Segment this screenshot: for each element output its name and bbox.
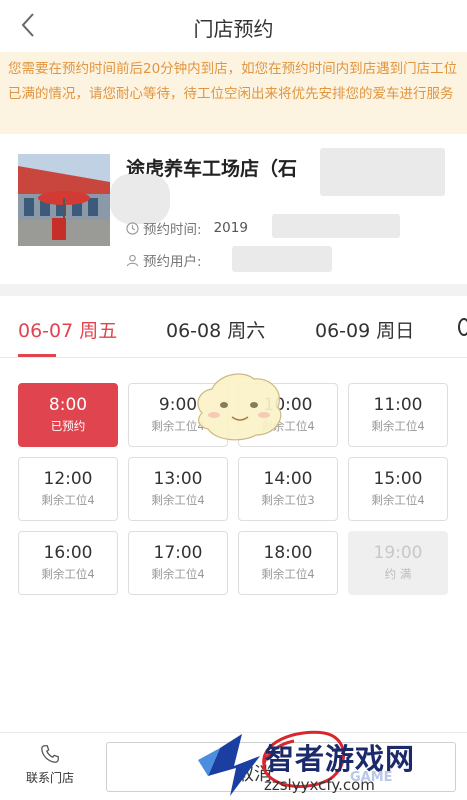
booking-time-value: 2019: [213, 220, 248, 236]
redacted-name: [320, 148, 445, 196]
store-card: 途虎养车工场店（石 预约时间: 2019 预约用户:: [0, 134, 467, 284]
phone-icon: [41, 745, 59, 763]
tab-date-1[interactable]: 06-07 周五: [18, 316, 117, 343]
slot-status: 约 满: [384, 567, 412, 581]
notice-banner: 您需要在预约时间前后20分钟内到店，如您在预约时间内到店遇到门店工位已满的情况，…: [0, 52, 467, 134]
store-photo: [18, 154, 110, 246]
contact-store-label: 联系门店: [25, 771, 74, 785]
time-slot[interactable]: 16:00 剩余工位4: [18, 531, 118, 595]
tab-date-2[interactable]: 06-08 周六: [166, 316, 265, 343]
tab-date-3[interactable]: 06-09 周日: [315, 316, 414, 343]
slot-time: 18:00: [263, 543, 313, 563]
slot-status: 剩余工位4: [41, 567, 95, 581]
time-slot[interactable]: 8:00 已预约: [18, 383, 118, 447]
slot-time: 13:00: [153, 469, 203, 489]
tab-date-more[interactable]: [458, 318, 467, 336]
redacted-mark: [110, 174, 170, 224]
time-slot[interactable]: 14:00 剩余工位3: [238, 457, 338, 521]
section-divider: [0, 284, 467, 296]
date-tabs: 06-07 周五 06-08 周六 06-09 周日: [0, 296, 467, 358]
redacted-user: [232, 246, 332, 272]
slot-status: 剩余工位4: [41, 493, 95, 507]
booking-time-row: 预约时间: 2019: [126, 218, 248, 238]
slot-time: 11:00: [373, 395, 423, 415]
slot-status: 剩余工位3: [261, 493, 315, 507]
slot-status: 已预约: [50, 419, 86, 433]
slot-status: 剩余工位4: [371, 493, 425, 507]
active-tab-indicator: [18, 354, 56, 357]
slot-time: 17:00: [153, 543, 203, 563]
time-slot[interactable]: 17:00 剩余工位4: [128, 531, 228, 595]
slot-status: 剩余工位4: [261, 567, 315, 581]
clock-icon: [126, 221, 139, 235]
slot-status: 剩余工位4: [151, 567, 205, 581]
slot-time: 15:00: [373, 469, 423, 489]
slot-status: 剩余工位4: [151, 493, 205, 507]
user-icon: [126, 254, 139, 266]
slot-status: 剩余工位4: [371, 419, 425, 433]
time-slot[interactable]: 13:00 剩余工位4: [128, 457, 228, 521]
slot-time: 19:00: [373, 543, 423, 563]
booking-user-label: 预约用户:: [143, 254, 202, 270]
time-slot[interactable]: 12:00 剩余工位4: [18, 457, 118, 521]
time-slot[interactable]: 15:00 剩余工位4: [348, 457, 448, 521]
time-slot[interactable]: 18:00 剩余工位4: [238, 531, 338, 595]
time-slot[interactable]: 11:00 剩余工位4: [348, 383, 448, 447]
contact-store-button[interactable]: 联系门店: [18, 743, 82, 786]
slot-time: 8:00: [48, 395, 88, 415]
nav-header: 门店预约: [0, 0, 467, 52]
watermark-game: GAME: [350, 770, 393, 785]
slot-time: 14:00: [263, 469, 313, 489]
time-slot[interactable]: 19:00 约 满: [348, 531, 448, 595]
booking-user-row: 预约用户:: [126, 250, 202, 270]
slot-time: 16:00: [43, 543, 93, 563]
mascot-sticker: [197, 373, 282, 441]
booking-time-label: 预约时间:: [143, 222, 202, 238]
slot-time: 12:00: [43, 469, 93, 489]
page-title: 门店预约: [193, 17, 274, 41]
redacted-time: [272, 214, 400, 238]
